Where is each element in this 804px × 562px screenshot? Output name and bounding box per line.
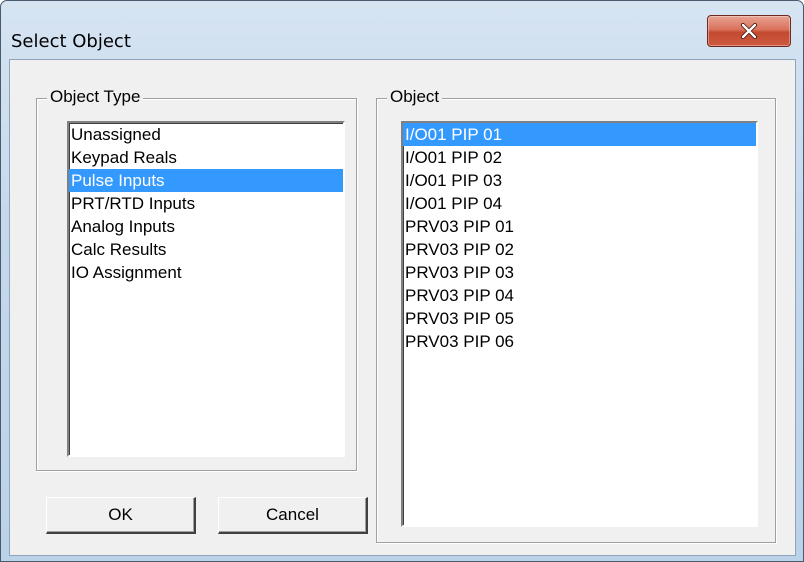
title-bar[interactable]: Select Object xyxy=(1,1,803,59)
object-type-list-item[interactable]: Unassigned xyxy=(69,123,343,146)
select-object-dialog: Select Object Object Type Unassigned Keyp… xyxy=(0,0,804,562)
object-type-list-item[interactable]: Keypad Reals xyxy=(69,146,343,169)
object-type-legend: Object Type xyxy=(47,87,144,107)
object-group: Object I/O01 PIP 01 I/O01 PIP 02 I/O01 PIP… xyxy=(376,87,776,543)
object-list-item[interactable]: I/O01 PIP 02 xyxy=(403,146,756,169)
object-list-item[interactable]: PRV03 PIP 02 xyxy=(403,238,756,261)
object-type-list-item[interactable]: Calc Results xyxy=(69,238,343,261)
object-list-item[interactable]: I/O01 PIP 01 xyxy=(403,123,756,146)
close-button[interactable] xyxy=(707,15,791,47)
cancel-button[interactable]: Cancel xyxy=(218,497,368,534)
window-title: Select Object xyxy=(11,31,131,52)
object-list-item[interactable]: I/O01 PIP 03 xyxy=(403,169,756,192)
object-type-list-item[interactable]: IO Assignment xyxy=(69,261,343,284)
object-listbox[interactable]: I/O01 PIP 01 I/O01 PIP 02 I/O01 PIP 03 I/O0… xyxy=(401,121,758,527)
object-type-listbox[interactable]: Unassigned Keypad Reals Pulse Inputs PRT/RT… xyxy=(67,121,345,457)
object-list-item[interactable]: PRV03 PIP 01 xyxy=(403,215,756,238)
dialog-client-area: Object Type Unassigned Keypad Reals Pulse … xyxy=(9,59,796,556)
object-list-item[interactable]: PRV03 PIP 04 xyxy=(403,284,756,307)
object-list-item[interactable]: PRV03 PIP 05 xyxy=(403,307,756,330)
ok-button[interactable]: OK xyxy=(46,497,196,534)
object-type-list-item[interactable]: PRT/RTD Inputs xyxy=(69,192,343,215)
object-list-item[interactable]: I/O01 PIP 04 xyxy=(403,192,756,215)
object-legend: Object xyxy=(387,87,443,107)
object-type-group: Object Type Unassigned Keypad Reals Pulse … xyxy=(36,87,357,471)
object-type-list-item[interactable]: Pulse Inputs xyxy=(69,169,343,192)
object-list-item[interactable]: PRV03 PIP 03 xyxy=(403,261,756,284)
object-list-item[interactable]: PRV03 PIP 06 xyxy=(403,330,756,353)
close-icon xyxy=(741,23,757,39)
object-type-list-item[interactable]: Analog Inputs xyxy=(69,215,343,238)
